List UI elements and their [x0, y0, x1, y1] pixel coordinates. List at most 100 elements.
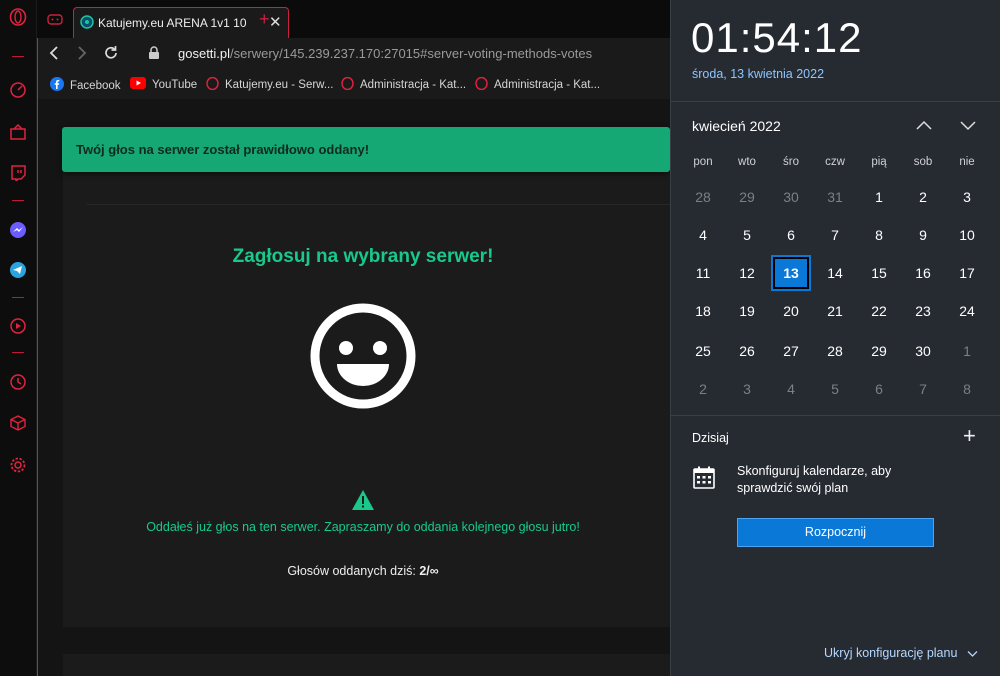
- chevron-down-small-icon: [967, 647, 978, 661]
- bookmark-label: YouTube: [152, 78, 198, 91]
- speed-dial-icon[interactable]: [8, 80, 28, 100]
- chevron-down-icon[interactable]: [959, 119, 977, 137]
- reload-button[interactable]: [102, 44, 120, 67]
- bookmark-label: Katujemy.eu - Serw...: [225, 79, 334, 91]
- calendar-flyout: 01:54:12 środa, 13 kwietnia 2022 kwiecie…: [670, 0, 1000, 676]
- gx-corner-icon[interactable]: [8, 122, 28, 142]
- calendar-day[interactable]: 29: [725, 178, 769, 216]
- sidebar-separator: [12, 352, 24, 353]
- extensions-icon[interactable]: [8, 413, 28, 433]
- messenger-icon[interactable]: [8, 220, 28, 240]
- calendar-day[interactable]: 11: [681, 254, 725, 292]
- back-button[interactable]: [46, 44, 62, 67]
- calendar-day[interactable]: 6: [769, 216, 813, 254]
- weekday-label: nie: [959, 156, 975, 168]
- tab-islands-icon[interactable]: [47, 12, 63, 31]
- calendar-day[interactable]: 3: [945, 178, 989, 216]
- add-event-button[interactable]: +: [963, 425, 976, 447]
- bookmark-facebook[interactable]: Facebook: [50, 77, 121, 94]
- url-field[interactable]: gosetti.pl/serwery/145.239.237.170:27015…: [178, 46, 592, 61]
- bookmark-youtube[interactable]: YouTube: [130, 77, 197, 92]
- sidebar-separator: [12, 297, 24, 298]
- calendar-day[interactable]: 30: [901, 332, 945, 370]
- calendar-day[interactable]: 8: [945, 370, 989, 408]
- calendar-day[interactable]: 1: [945, 332, 989, 370]
- tab-active[interactable]: Katujemy.eu ARENA 1v1 10 ✕: [73, 7, 289, 38]
- lock-icon[interactable]: [148, 46, 160, 65]
- calendar-day[interactable]: 8: [857, 216, 901, 254]
- opera-icon: [341, 76, 354, 93]
- chevron-up-icon[interactable]: [915, 118, 933, 136]
- month-title[interactable]: kwiecień 2022: [692, 118, 781, 134]
- calendar-day[interactable]: 23: [901, 292, 945, 330]
- calendar-day[interactable]: 22: [857, 292, 901, 330]
- calendar-day[interactable]: 18: [681, 292, 725, 330]
- opera-logo-icon[interactable]: [8, 7, 28, 27]
- calendar-day-today[interactable]: 13: [773, 257, 809, 289]
- calendar-day[interactable]: 2: [681, 370, 725, 408]
- calendar-day[interactable]: 24: [945, 292, 989, 330]
- start-button[interactable]: Rozpocznij: [737, 518, 934, 547]
- weekday-label: śro: [783, 156, 799, 168]
- weekday-label: pon: [693, 156, 713, 168]
- votes-count: Głosów oddanych dziś: 2/∞: [63, 564, 663, 578]
- calendar-day[interactable]: 6: [857, 370, 901, 408]
- history-icon[interactable]: [8, 372, 28, 392]
- divider: [671, 415, 1000, 416]
- today-label: Dzisiaj: [692, 431, 729, 445]
- tab-close-icon[interactable]: ✕: [269, 13, 282, 31]
- calendar-day[interactable]: 29: [857, 332, 901, 370]
- hide-plan-link[interactable]: Ukryj konfigurację planu: [824, 646, 978, 661]
- settings-icon[interactable]: [8, 455, 28, 475]
- calendar-day[interactable]: 28: [681, 178, 725, 216]
- opera-sidebar: [0, 0, 37, 676]
- calendar-day[interactable]: 4: [769, 370, 813, 408]
- bookmark-administracja-2[interactable]: Administracja - Kat...: [475, 76, 600, 93]
- calendar-day[interactable]: 3: [725, 370, 769, 408]
- calendar-day[interactable]: 7: [813, 216, 857, 254]
- calendar-day[interactable]: 5: [813, 370, 857, 408]
- bookmark-label: Administracja - Kat...: [360, 79, 467, 91]
- calendar-day[interactable]: 27: [769, 332, 813, 370]
- weekday-label: pią: [871, 156, 887, 168]
- calendar-day[interactable]: 2: [901, 178, 945, 216]
- calendar-day[interactable]: 16: [901, 254, 945, 292]
- vote-notice: Oddałeś już głos na ten serwer. Zaprasza…: [146, 520, 580, 534]
- calendar-day[interactable]: 9: [901, 216, 945, 254]
- calendar-day[interactable]: 7: [901, 370, 945, 408]
- calendar-day[interactable]: 20: [769, 292, 813, 330]
- divider: [671, 101, 1000, 102]
- success-toast[interactable]: Twój głos na serwer został prawidłowo od…: [62, 127, 670, 172]
- calendar-day[interactable]: 25: [681, 332, 725, 370]
- address-bar: gosetti.pl/serwery/145.239.237.170:27015…: [37, 38, 670, 71]
- weekday-label: czw: [825, 156, 845, 168]
- sidebar-separator: [12, 200, 24, 201]
- tab-title: Katujemy.eu ARENA 1v1 10: [98, 16, 247, 30]
- telegram-icon[interactable]: [8, 260, 28, 280]
- player-icon[interactable]: [8, 316, 28, 336]
- calendar-day[interactable]: 15: [857, 254, 901, 292]
- vote-heading: Zagłosuj na wybrany serwer!: [232, 246, 494, 267]
- calendar-day[interactable]: 10: [945, 216, 989, 254]
- calendar-day[interactable]: 28: [813, 332, 857, 370]
- calendar-day[interactable]: 21: [813, 292, 857, 330]
- facebook-icon: [50, 77, 64, 94]
- calendar-day[interactable]: 19: [725, 292, 769, 330]
- calendar-day[interactable]: 17: [945, 254, 989, 292]
- twitch-icon[interactable]: [8, 163, 28, 183]
- calendar-day[interactable]: 12: [725, 254, 769, 292]
- new-tab-button[interactable]: +: [259, 9, 270, 30]
- calendar-day[interactable]: 30: [769, 178, 813, 216]
- clock-date[interactable]: środa, 13 kwietnia 2022: [692, 67, 824, 81]
- calendar-day[interactable]: 5: [725, 216, 769, 254]
- forward-button[interactable]: [74, 44, 90, 67]
- opera-icon: [475, 76, 488, 93]
- votes-label: Głosów oddanych dziś:: [287, 564, 416, 578]
- calendar-day[interactable]: 26: [725, 332, 769, 370]
- calendar-day[interactable]: 14: [813, 254, 857, 292]
- calendar-day[interactable]: 31: [813, 178, 857, 216]
- bookmark-administracja-1[interactable]: Administracja - Kat...: [341, 76, 467, 93]
- bookmark-katujemy[interactable]: Katujemy.eu - Serw...: [206, 76, 334, 93]
- calendar-day[interactable]: 1: [857, 178, 901, 216]
- calendar-day[interactable]: 4: [681, 216, 725, 254]
